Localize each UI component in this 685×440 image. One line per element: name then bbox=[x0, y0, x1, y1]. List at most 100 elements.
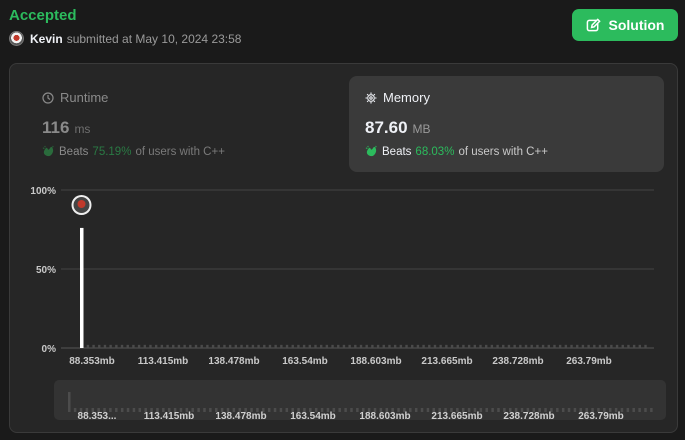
chart-bar bbox=[524, 344, 528, 348]
chart-bar bbox=[223, 344, 226, 348]
runtime-card[interactable]: Runtime 116 ms Beats 75.19% of users wit… bbox=[26, 76, 341, 172]
chart-bar bbox=[450, 344, 454, 348]
chart-bar bbox=[246, 344, 249, 348]
chart-bar bbox=[183, 344, 186, 348]
chart-bar bbox=[644, 344, 647, 348]
y-tick-label: 50% bbox=[36, 265, 56, 276]
chart-bar bbox=[132, 344, 135, 348]
chart-bar bbox=[115, 344, 118, 348]
slider-bar bbox=[632, 408, 635, 412]
chart-bar bbox=[86, 344, 90, 348]
slider-bar bbox=[267, 408, 271, 412]
slider-tick-label: 138.478mb bbox=[215, 411, 266, 420]
chart-range-slider[interactable]: 88.353... 113.415mb 138.478mb 163.54mb 188.6… bbox=[54, 380, 666, 420]
chart-bar bbox=[348, 344, 351, 348]
x-tick-label: 163.54mb bbox=[282, 356, 328, 367]
slider-bar bbox=[344, 408, 347, 412]
slider-tick-label: 188.603mb bbox=[359, 411, 410, 420]
chart-bar bbox=[103, 344, 107, 348]
runtime-unit: ms bbox=[74, 122, 91, 136]
memory-distribution-chart[interactable]: 100% 50% 0% 88.353mb 113.415mb 138.478mb 163.5… bbox=[10, 184, 677, 374]
runtime-beats-pct: 75.19% bbox=[92, 145, 132, 158]
chart-bar bbox=[399, 344, 403, 348]
chart-bar bbox=[257, 344, 260, 348]
clapping-hands-icon bbox=[365, 145, 377, 157]
slider-bar bbox=[209, 408, 212, 412]
chart-bar bbox=[422, 344, 425, 348]
chart-bar bbox=[604, 344, 607, 348]
slider-bar bbox=[485, 408, 488, 412]
chart-bar bbox=[98, 344, 101, 348]
slider-bar bbox=[120, 408, 124, 412]
slider-bar bbox=[356, 408, 359, 412]
slider-tick-label: 238.728mb bbox=[503, 411, 554, 420]
memory-unit: MB bbox=[412, 122, 431, 136]
slider-bar bbox=[68, 392, 71, 412]
clapping-hands-icon bbox=[42, 145, 54, 157]
slider-bar bbox=[491, 408, 494, 412]
memory-value: 87.60 MB bbox=[365, 118, 648, 138]
chart-bar bbox=[416, 344, 420, 348]
chart-bar bbox=[587, 344, 590, 348]
edit-note-icon bbox=[586, 17, 601, 31]
chart-bar bbox=[80, 227, 84, 348]
memory-card[interactable]: Memory 87.60 MB Beats 68.03% of users wi… bbox=[349, 76, 664, 172]
chart-bar bbox=[507, 344, 511, 348]
slider-tick-label: 213.665mb bbox=[431, 411, 482, 420]
chart-bar bbox=[490, 344, 494, 348]
chart-bar bbox=[228, 344, 232, 348]
slider-bar bbox=[414, 408, 418, 412]
slider-bar bbox=[279, 408, 283, 412]
avatar[interactable] bbox=[9, 31, 24, 46]
chart-bar bbox=[388, 344, 391, 348]
slider-tick-label: 263.79mb bbox=[578, 411, 624, 420]
solution-button[interactable]: Solution bbox=[572, 9, 678, 41]
chart-bar bbox=[285, 344, 289, 348]
chart-bar bbox=[484, 344, 488, 348]
chart-bar bbox=[593, 344, 596, 348]
chart-bar bbox=[354, 344, 357, 348]
chart-bar bbox=[109, 344, 112, 348]
chart-bar bbox=[376, 344, 380, 348]
submitted-time: submitted at May 10, 2024 23:58 bbox=[66, 31, 242, 46]
memory-beats-pct: 68.03% bbox=[415, 145, 455, 158]
chip-icon bbox=[365, 92, 377, 103]
slider-bar bbox=[567, 408, 571, 412]
clock-icon bbox=[42, 91, 54, 104]
chart-bar bbox=[342, 344, 346, 348]
slider-tick-label: 163.54mb bbox=[290, 411, 336, 420]
user-avatar-marker bbox=[71, 195, 92, 215]
chart-bar bbox=[263, 344, 266, 348]
slider-bar bbox=[420, 408, 424, 412]
avatar-marker-face bbox=[77, 200, 86, 208]
chart-bar bbox=[581, 344, 585, 348]
solution-button-label: Solution bbox=[608, 17, 665, 33]
slider-bar bbox=[644, 408, 647, 412]
x-tick-label: 263.79mb bbox=[566, 356, 612, 367]
username-link[interactable]: Kevin bbox=[30, 32, 63, 46]
chart-bar bbox=[200, 344, 203, 348]
chart-bar bbox=[319, 344, 323, 348]
memory-title-label: Memory bbox=[383, 90, 430, 105]
slider-bar bbox=[638, 408, 641, 412]
chart-bar bbox=[428, 344, 431, 348]
chart-bar bbox=[519, 344, 522, 348]
chart-bar bbox=[120, 344, 124, 348]
stats-panel: Runtime 116 ms Beats 75.19% of users wit… bbox=[9, 63, 678, 433]
runtime-value: 116 ms bbox=[42, 118, 325, 138]
chart-bar bbox=[149, 344, 152, 348]
chart-bar bbox=[473, 344, 477, 348]
chart-bar bbox=[211, 344, 215, 348]
slider-bar bbox=[497, 408, 500, 412]
chart-bar bbox=[530, 344, 533, 348]
slider-bar bbox=[273, 408, 277, 412]
chart-bar bbox=[479, 344, 482, 348]
memory-beats-suffix: of users with C++ bbox=[458, 145, 548, 158]
chart-bar bbox=[371, 344, 374, 348]
runtime-beats: Beats 75.19% of users with C++ bbox=[42, 145, 325, 158]
chart-bar bbox=[302, 344, 306, 348]
chart-bar bbox=[536, 344, 539, 348]
chart-bar bbox=[251, 344, 255, 348]
chart-bar bbox=[172, 344, 175, 348]
runtime-beats-suffix: of users with C++ bbox=[135, 145, 225, 158]
